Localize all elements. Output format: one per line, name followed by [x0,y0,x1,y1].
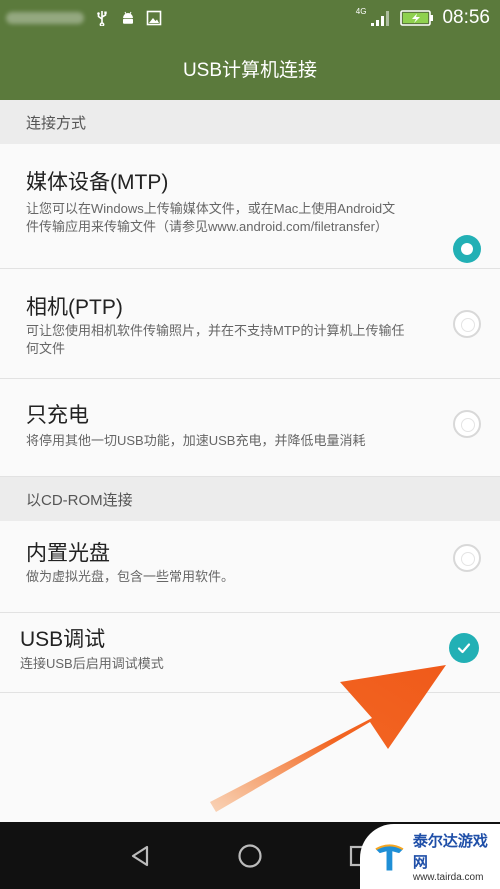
site-watermark: 泰尔达游戏网 www.tairda.com [360,824,500,889]
option-usb-debugging[interactable]: USB调试 连接USB后启用调试模式 [0,613,500,693]
carrier-name-blurred [6,12,84,24]
option-description: 做为虚拟光盘，包含一些常用软件。 [26,569,235,584]
option-builtin-cd[interactable]: 内置光盘 做为虚拟光盘，包含一些常用软件。 [0,521,500,613]
settings-list: 连接方式 媒体设备(MTP) 让您可以在Windows上传输媒体文件，或在Mac… [0,100,500,822]
radio-mtp-selected[interactable] [453,235,481,263]
option-title: 只充电 [26,404,89,427]
back-icon [131,845,149,867]
option-description: 连接USB后启用调试模式 [20,656,164,671]
site-logo-icon [375,843,404,871]
radio-charge-only[interactable] [453,410,481,438]
section-header-connection-mode: 连接方式 [0,100,500,144]
section-header-label: 连接方式 [26,114,87,132]
option-description: 可让您使用相机软件传输照片，并在不支持MTP的计算机上传输任何文件 [26,323,405,356]
signal-icon [371,11,390,26]
battery-charging-icon [400,10,434,26]
option-mtp[interactable]: 媒体设备(MTP) 让您可以在Windows上传输媒体文件，或在Mac上使用An… [0,144,500,269]
usb-icon [97,11,107,26]
option-title: USB调试 [20,628,106,651]
section-header-cdrom: 以CD-ROM连接 [0,477,500,521]
watermark-text: 泰尔达游戏网 www.tairda.com [413,830,500,883]
home-icon [238,844,262,868]
watermark-name: 泰尔达游戏网 [412,833,488,871]
image-icon [146,10,162,26]
network-type-label: 4G [355,6,367,16]
section-header-label: 以CD-ROM连接 [26,491,133,509]
option-title: 相机(PTP) [26,296,123,319]
status-left [6,8,162,28]
app-title-bar: USB计算机连接 [0,36,500,100]
option-title: 媒体设备(MTP) [26,171,169,194]
back-button[interactable] [122,838,158,874]
option-ptp[interactable]: 相机(PTP) 可让您使用相机软件传输照片，并在不支持MTP的计算机上传输任何文… [0,269,500,379]
clock: 08:56 [442,7,490,28]
home-button[interactable] [232,838,268,874]
radio-ptp[interactable] [453,310,481,338]
status-bar: 4G 08:56 [0,0,500,36]
option-description: 让您可以在Windows上传输媒体文件，或在Mac上使用Android文件传输应… [26,201,396,234]
option-description: 将停用其他一切USB功能，加速USB充电，并降低电量消耗 [26,433,366,448]
option-title: 内置光盘 [26,542,110,565]
page-title: USB计算机连接 [182,59,318,81]
option-charge-only[interactable]: 只充电 将停用其他一切USB功能，加速USB充电，并降低电量消耗 [0,379,500,477]
usb-debugging-checkbox[interactable] [449,633,479,663]
status-right: 4G 08:56 [356,6,490,30]
android-icon [123,11,133,24]
watermark-url: www.tairda.com [412,872,484,883]
radio-builtin-cd[interactable] [453,544,481,572]
check-icon [457,643,471,654]
